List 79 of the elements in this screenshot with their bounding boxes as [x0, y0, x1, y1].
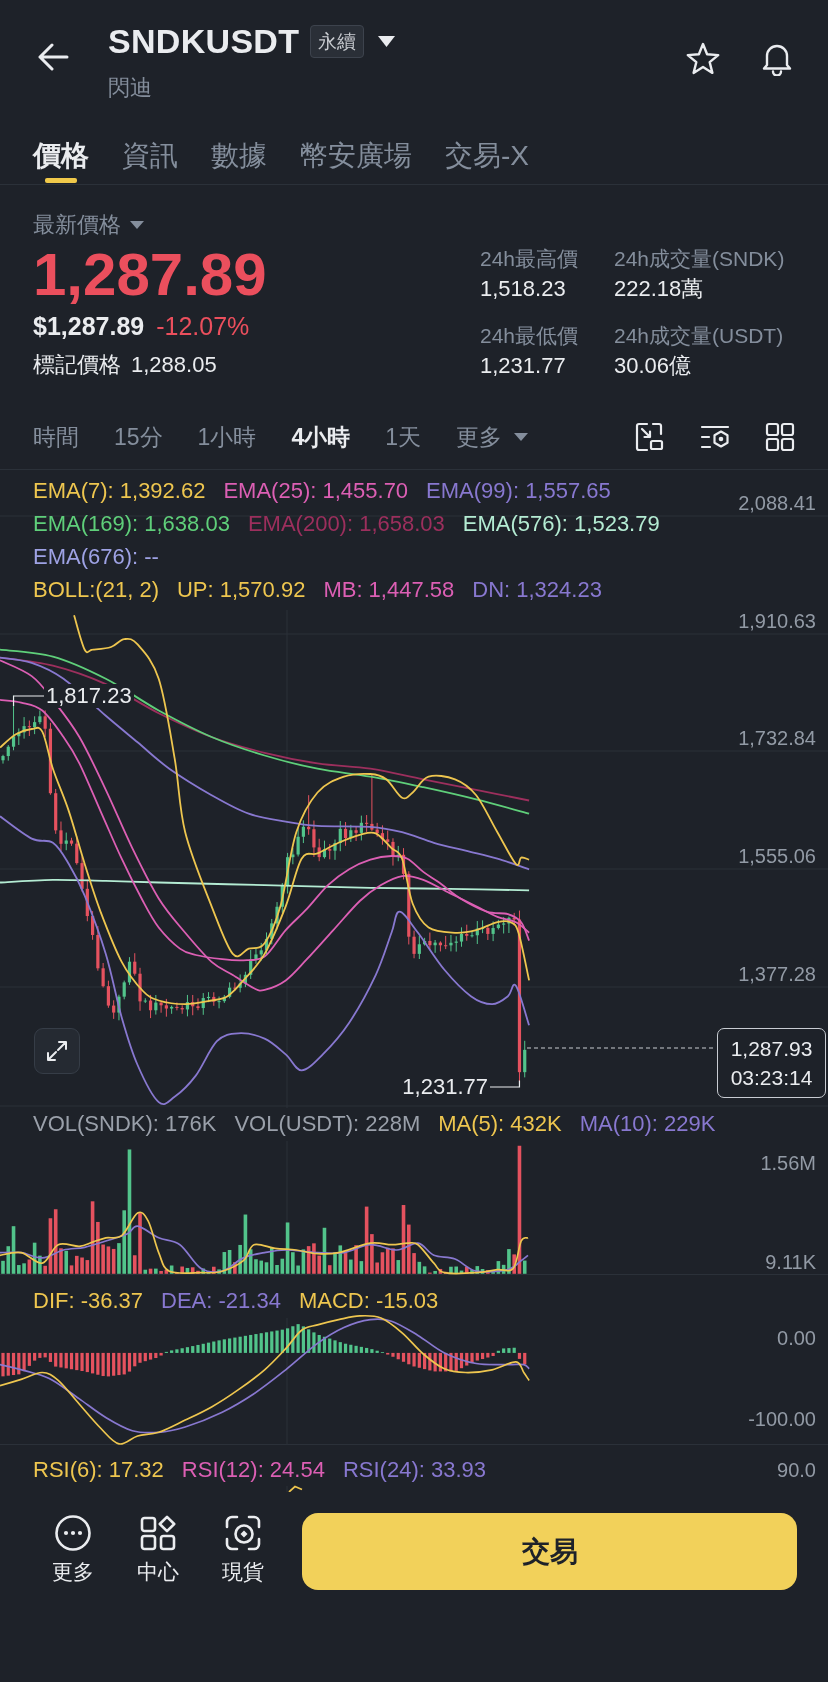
indicator-label: EMA(7): 1,392.62 [33, 477, 206, 505]
price-marker-label: 1,817.23 [44, 684, 134, 708]
contract-badge: 永續 [310, 24, 365, 58]
tab[interactable]: 資訊 [122, 120, 178, 184]
tab[interactable]: 交易-X [445, 120, 529, 184]
indicator-label: EMA(25): 1,455.70 [223, 477, 409, 505]
grid-icon[interactable] [765, 421, 795, 452]
bottom-action[interactable]: 現貨 [213, 1513, 273, 1583]
axis-label: 9.11K [765, 1251, 816, 1273]
indicator-label: RSI(24): 33.93 [342, 1456, 486, 1484]
indicator-label: DEA: -21.34 [161, 1287, 281, 1315]
bottom-action[interactable]: 中心 [128, 1513, 188, 1583]
squares-diamond-icon [140, 1515, 176, 1551]
indicator-label: EMA(99): 1,557.65 [426, 477, 611, 505]
indicator-label: DIF: -36.37 [33, 1287, 144, 1315]
axis-label: 1,555.06 [738, 845, 816, 867]
interval-tab[interactable]: 15分 [114, 422, 163, 451]
leader-line [489, 1079, 521, 1088]
interval-tab[interactable]: 1小時 [197, 422, 257, 451]
caret-icon[interactable] [378, 35, 396, 47]
axis-label: 1.56M [760, 1152, 816, 1174]
window-arrow-icon[interactable] [635, 421, 665, 452]
indicator-label: MA(10): 229K [579, 1110, 716, 1138]
tab[interactable]: 價格 [33, 120, 89, 184]
axis-label: 1,910.63 [738, 610, 816, 632]
mark-price-label: 標記價格 [33, 353, 121, 377]
indicator-label: EMA(576): 1,523.79 [462, 510, 660, 538]
axis-label: 0.00 [777, 1327, 816, 1349]
indicator-label: BOLL:(21, 2) [33, 576, 159, 604]
pair-title: SNDKUSDT [108, 24, 300, 58]
rsi-line [288, 1485, 303, 1492]
axis-label: 90.0 [777, 1459, 816, 1481]
interval-tab[interactable]: 4小時 [291, 422, 351, 451]
indicator-label: MA(5): 432K [438, 1110, 562, 1138]
back-arrow-icon[interactable] [37, 43, 69, 71]
price-change: -12.07% [156, 314, 250, 339]
trade-button[interactable]: 交易 [302, 1513, 797, 1590]
stat-label: 24h最高價 [480, 247, 580, 271]
stat-label: 24h成交量(USDT) [614, 324, 785, 348]
star-icon[interactable] [685, 42, 721, 75]
stat-label: 24h最低價 [480, 324, 580, 348]
fiat-price: $1,287.89 [33, 314, 145, 339]
coin-frame-icon [225, 1515, 261, 1551]
price-type-dropdown[interactable]: 最新價格 [33, 213, 144, 237]
stat-label: 24h成交量(SNDK) [614, 247, 785, 271]
indicator-label: VOL(SNDK): 176K [33, 1110, 217, 1138]
indicator-label: RSI(12): 24.54 [181, 1456, 325, 1484]
pair-subtitle: 閃迪 [108, 76, 152, 100]
axis-label: 2,088.41 [738, 492, 816, 514]
price-tag-value: 1,287.93 [730, 1036, 813, 1062]
indicator-label: EMA(676): -- [33, 543, 159, 571]
indicator-label: RSI(6): 17.32 [33, 1456, 164, 1484]
leader-line [12, 695, 45, 707]
last-price: 1,287.89 [33, 245, 267, 305]
stat-value: 1,518.23 [480, 277, 567, 301]
stat-value: 222.18萬 [614, 277, 705, 301]
interval-tab[interactable]: 時間 [33, 422, 79, 451]
axis-label: -100.00 [748, 1408, 816, 1430]
mark-price-value: 1,288.05 [131, 353, 217, 377]
axis-label: 1,732.84 [738, 727, 816, 749]
expand-button[interactable] [34, 1028, 80, 1074]
indicator-label: MACD: -15.03 [298, 1287, 439, 1315]
bottom-action[interactable]: 更多 [43, 1513, 103, 1583]
tab[interactable]: 數據 [211, 120, 267, 184]
interval-tab[interactable]: 1天 [385, 422, 421, 451]
tab[interactable]: 幣安廣場 [300, 120, 412, 184]
stat-value: 1,231.77 [480, 354, 567, 378]
expand-icon [45, 1039, 69, 1063]
indicator-label: DN: 1,324.23 [472, 576, 602, 604]
axis-label: 1,377.28 [738, 963, 816, 985]
indicator-label: VOL(USDT): 228M [234, 1110, 421, 1138]
indicator-label: MB: 1,447.58 [323, 576, 455, 604]
indicator-label: EMA(169): 1,638.03 [33, 510, 230, 538]
stat-value: 30.06億 [614, 354, 693, 378]
countdown-timer: 03:23:14 [730, 1065, 813, 1091]
indicator-label: UP: 1,570.92 [176, 576, 306, 604]
ellipsis-icon [55, 1515, 91, 1551]
indicator-label: EMA(200): 1,658.03 [247, 510, 445, 538]
more-dropdown[interactable]: 更多 [456, 422, 528, 451]
